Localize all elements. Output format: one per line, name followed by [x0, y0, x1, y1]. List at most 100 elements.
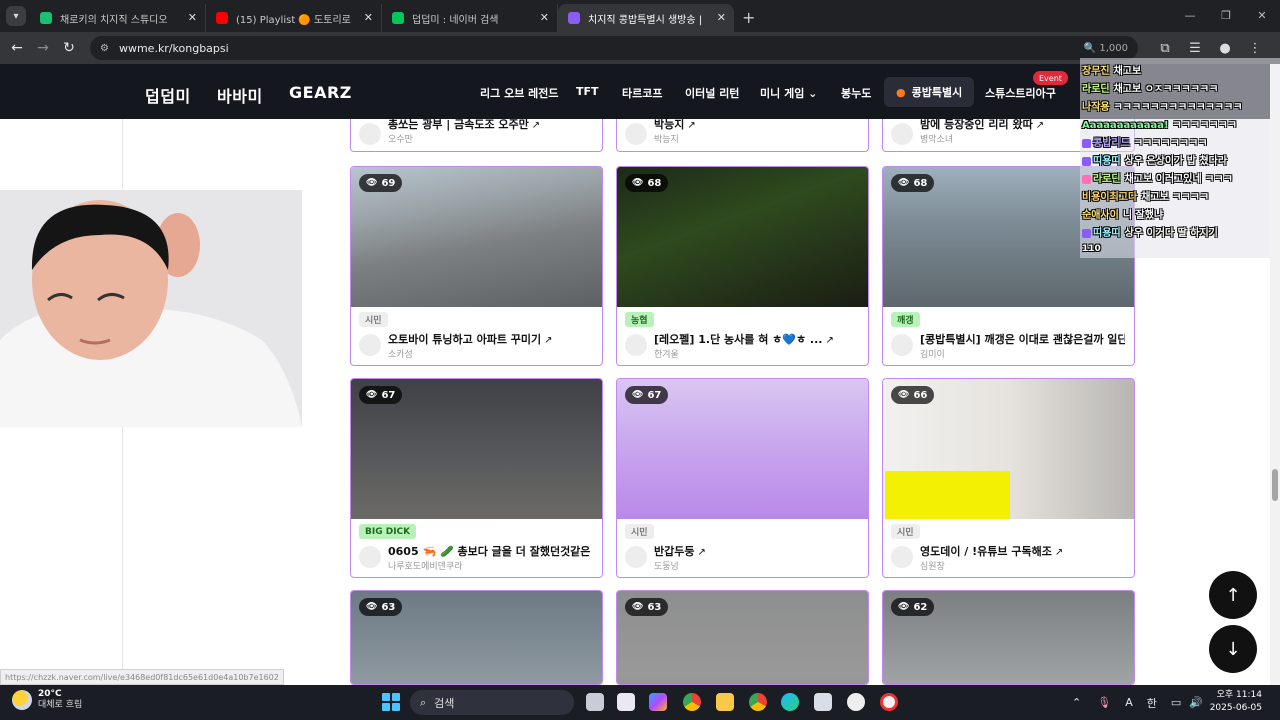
stream-card-2[interactable]: 👁 68 농협 [레오펠] 1.단 농사를 혀 ㅎ💙ㅎ ... ↗ 한겨울: [616, 166, 869, 366]
reading-list-icon[interactable]: ☰: [1180, 41, 1210, 56]
stream-thumbnail: 👁 63: [351, 591, 602, 684]
streamer-name: 심원창: [920, 562, 945, 572]
taskbar-clock[interactable]: 오후 11:14 2025-06-05: [1210, 689, 1262, 715]
search-icon: ⌕: [420, 695, 427, 709]
menu-dots-icon[interactable]: ⋮: [1240, 41, 1270, 56]
nav-tft[interactable]: TFT: [576, 85, 599, 98]
stream-title: [콩밥특별시] 깨갱은 이대로 괜찮은걸까 일단 먹↗: [920, 331, 1125, 347]
tab-close-icon[interactable]: ✕: [717, 11, 726, 24]
back-arrow-icon[interactable]: ←: [4, 40, 30, 56]
network-icon[interactable]: ▭: [1171, 696, 1181, 709]
eye-icon: 👁: [898, 178, 910, 188]
browser-tab-4-active[interactable]: 치지직 콩밥특별시 생방송 | 덥 ✕: [558, 4, 734, 32]
streamer-avatar: [891, 123, 913, 145]
calculator-icon[interactable]: [814, 693, 832, 711]
nav-eternal-return[interactable]: 이터널 리턴: [685, 85, 739, 101]
tab-close-icon[interactable]: ✕: [364, 11, 373, 24]
logo-gearz[interactable]: GEARZ: [289, 83, 352, 102]
streamer-avatar: [359, 123, 381, 145]
restore-icon[interactable]: ❐: [1208, 0, 1244, 30]
browser-tab-2[interactable]: (15) Playlist 🟠 도토리로 자국 ✕: [206, 4, 382, 32]
viewer-count-value: 69: [381, 177, 396, 189]
stream-card-1[interactable]: 👁 69 시민 오토바이 튜닝하고 아파트 꾸미기 ↗ 소카성: [350, 166, 603, 366]
windows-start-icon[interactable]: [382, 693, 400, 711]
tray-chevron-up-icon[interactable]: ⌃: [1072, 696, 1081, 709]
stream-thumbnail: 👁 68: [617, 167, 868, 307]
chat-message: 장무진 채고보: [1082, 62, 1141, 77]
stream-card-top-1[interactable]: 총쏘는 광부 | 금속도조 오주만 ↗ 오수만: [350, 119, 603, 152]
minimize-icon[interactable]: —: [1172, 0, 1208, 30]
tab-close-icon[interactable]: ✕: [540, 11, 549, 24]
profile-avatar-icon[interactable]: ●: [1210, 41, 1240, 56]
record-app-icon[interactable]: [880, 693, 898, 711]
chat-nick: Aaaaaaaaaaaa!: [1082, 120, 1169, 131]
obs-icon[interactable]: [847, 693, 865, 711]
scroll-bottom-button[interactable]: ↓: [1209, 625, 1257, 673]
stream-card-9[interactable]: 👁 62: [882, 590, 1135, 685]
streamer-name: 병악소녀: [920, 135, 954, 145]
streamer-name: 소카성: [388, 350, 413, 360]
viewer-count-value: 63: [381, 601, 396, 613]
chrome-icon[interactable]: [683, 693, 701, 711]
reload-icon[interactable]: ↻: [56, 40, 82, 56]
tab-title: 덥덥미 : 네이버 검색: [412, 14, 499, 26]
task-view-icon[interactable]: [586, 693, 604, 711]
copilot-icon[interactable]: [649, 693, 667, 711]
stream-card-5[interactable]: 👁 67 시민 반갑두둥 ↗ 도둥넝: [616, 378, 869, 578]
eye-icon: 👁: [632, 602, 644, 612]
edge-icon[interactable]: [781, 693, 799, 711]
nav-stu-streaming[interactable]: 스튜스트리아구: [985, 85, 1056, 101]
stream-tag: 시민: [359, 312, 388, 327]
ime-han-indicator[interactable]: 한: [1147, 695, 1157, 711]
new-tab-button[interactable]: +: [742, 8, 755, 27]
site-settings-icon[interactable]: ⚙: [100, 43, 109, 54]
scroll-top-button[interactable]: ↑: [1209, 571, 1257, 619]
browser-tab-1[interactable]: 채로키의 치지직 스튜디오 ✕: [30, 4, 206, 32]
chat-text: 채고보 ㅋㅋㅋㅋ: [1141, 192, 1210, 203]
ime-a-indicator[interactable]: A: [1125, 696, 1133, 709]
external-link-icon: ↗: [531, 120, 541, 131]
stream-card-6[interactable]: 👁 66 시민 영도데이 / !유튜브 구독해조 ↗ 심원창: [882, 378, 1135, 578]
nav-kongbapsi-active[interactable]: ● 콩밥특별시: [884, 77, 975, 107]
weather-condition: 대체로 흐림: [38, 700, 83, 710]
nav-mini-game[interactable]: 미니 게임 ⌄: [760, 85, 817, 101]
file-explorer-icon[interactable]: [716, 693, 734, 711]
tab-search-button[interactable]: ▾: [6, 6, 26, 26]
nav-bongnudo[interactable]: 봉누도: [841, 85, 871, 101]
scrollbar-thumb[interactable]: [1272, 469, 1278, 501]
stream-title-text: 0605 🦐 🥒 총보다 글을 더 잘했던것같은 ...: [388, 545, 593, 558]
zoom-indicator[interactable]: 🔍 1,000: [1084, 43, 1128, 54]
taskbar-search-box[interactable]: ⌕ 검색: [410, 690, 574, 715]
chat-text: ㅋㅋㅋㅋㅋㅋㅋㅋㅋㅋㅋㅋㅋㅋ: [1113, 102, 1243, 113]
forward-arrow-icon[interactable]: →: [30, 40, 56, 56]
page-scrollbar[interactable]: [1270, 64, 1280, 686]
stream-card-7[interactable]: 👁 63: [350, 590, 603, 685]
nav-lol[interactable]: 리그 오브 레전드: [480, 85, 559, 101]
stream-card-8[interactable]: 👁 63: [616, 590, 869, 685]
streamer-name: 도둥넝: [654, 562, 679, 572]
stream-card-4[interactable]: 👁 67 BIG DICK 0605 🦐 🥒 총보다 글을 더 잘했던것같은 ..…: [350, 378, 603, 578]
chat-badge-icon: [1082, 156, 1091, 166]
streamer-name: 나루호도에비덴쿠라: [388, 562, 463, 572]
chrome-profile-icon[interactable]: [749, 693, 767, 711]
tab-close-icon[interactable]: ✕: [188, 11, 197, 24]
browser-tab-3[interactable]: 덥덥미 : 네이버 검색 ✕: [382, 4, 558, 32]
chat-text: 채고보: [1113, 66, 1142, 77]
chat-message: 띠용띠 상우 은상이가 밥 쳤다라: [1082, 152, 1227, 167]
chat-nick: 비용이최고다: [1082, 192, 1138, 203]
extensions-icon[interactable]: ⧉: [1150, 41, 1180, 56]
url-bar[interactable]: ⚙ wwme.kr/kongbapsi 🔍 1,000: [90, 36, 1138, 60]
nav-tarkov[interactable]: 타르코프: [622, 85, 662, 101]
stream-card-top-2[interactable]: 박능지 ↗ 박능지: [616, 119, 869, 152]
logo-babami[interactable]: 바바미: [217, 83, 263, 107]
weather-widget[interactable]: 20°C 대체로 흐림: [12, 689, 82, 711]
tab-title: (15) Playlist 🟠 도토리로 자국: [236, 14, 353, 26]
external-link-icon: ↗: [1054, 547, 1064, 558]
volume-icon[interactable]: 🔊: [1189, 696, 1203, 709]
viewer-count: 👁 69: [359, 174, 403, 192]
widgets-icon[interactable]: [617, 693, 635, 711]
microphone-icon[interactable]: 🎙: [1097, 696, 1111, 709]
close-window-icon[interactable]: ✕: [1244, 0, 1280, 30]
chat-text: 채고보 ㅇㅈㅋㅋㅋㅋㅋㅋ: [1113, 84, 1219, 95]
logo-dubdubmi[interactable]: 덥덥미: [145, 83, 191, 107]
